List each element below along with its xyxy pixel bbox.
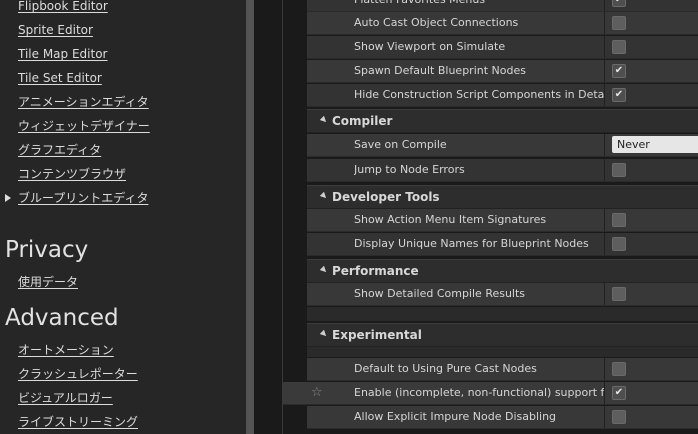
category-experimental[interactable]: Experimental bbox=[307, 323, 698, 347]
column-divider bbox=[604, 12, 605, 34]
setting-row-impure-node-disabling: Allow Explicit Impure Node Disabling bbox=[307, 406, 698, 429]
nav-link-graph-editor[interactable]: グラフエディタ bbox=[18, 141, 101, 159]
pure-cast-nodes-checkbox[interactable] bbox=[612, 362, 626, 376]
detailed-compile-results-checkbox[interactable] bbox=[612, 287, 626, 301]
save-on-compile-dropdown[interactable]: Never bbox=[612, 136, 698, 153]
setting-label: Jump to Node Errors bbox=[354, 163, 465, 176]
setting-row-action-menu-signatures: Show Action Menu Item Signatures bbox=[307, 209, 698, 232]
flatten-favorites-checkbox[interactable]: ✔ bbox=[612, 0, 626, 7]
group-spacer bbox=[307, 347, 698, 357]
collapse-triangle-icon bbox=[319, 265, 329, 275]
setting-label: Hide Construction Script Components in D… bbox=[354, 88, 604, 101]
column-divider bbox=[604, 406, 605, 428]
category-performance[interactable]: Performance bbox=[307, 259, 698, 283]
setting-label: Show Viewport on Simulate bbox=[354, 40, 506, 53]
impure-node-disabling-checkbox[interactable] bbox=[612, 410, 626, 424]
setting-row-hide-construction-script: Hide Construction Script Components in D… bbox=[307, 84, 698, 107]
setting-label: Enable (incomplete, non-functional) supp… bbox=[354, 386, 604, 399]
setting-row-flatten-favorites: Flatten Favorites Menus ✔ bbox=[307, 0, 698, 12]
column-divider bbox=[604, 233, 605, 255]
nav-link-flipbook-editor[interactable]: Flipbook Editor bbox=[18, 0, 108, 15]
nav-link-live-streaming[interactable]: ライブストリーミング bbox=[18, 413, 138, 431]
collapse-triangle-icon bbox=[319, 329, 329, 339]
setting-row-pure-cast-nodes: Default to Using Pure Cast Nodes bbox=[307, 358, 698, 381]
setting-row-save-on-compile: Save on Compile Never bbox=[307, 134, 698, 157]
nav-link-automation[interactable]: オートメーション bbox=[18, 341, 114, 359]
setting-row-jump-to-errors: Jump to Node Errors bbox=[307, 159, 698, 182]
collapse-triangle-icon bbox=[319, 191, 329, 201]
jump-to-errors-checkbox[interactable] bbox=[612, 163, 626, 177]
nav-link-widget-designer[interactable]: ウィジェットデザイナー bbox=[18, 117, 150, 135]
setting-label: Show Detailed Compile Results bbox=[354, 287, 526, 300]
nav-link-content-browser[interactable]: コンテンツブラウザ bbox=[18, 165, 126, 183]
nav-link-animation-editor[interactable]: アニメーションエディタ bbox=[18, 93, 149, 111]
column-divider bbox=[604, 134, 605, 156]
category-compiler[interactable]: Compiler bbox=[307, 109, 698, 133]
column-divider bbox=[604, 209, 605, 231]
setting-label: Display Unique Names for Blueprint Nodes bbox=[354, 237, 589, 250]
setting-label: Default to Using Pure Cast Nodes bbox=[354, 362, 537, 375]
nav-link-usage-data[interactable]: 使用データ bbox=[18, 273, 78, 291]
selected-arrow-icon bbox=[5, 194, 11, 202]
setting-label: Spawn Default Blueprint Nodes bbox=[354, 64, 526, 77]
setting-row-spawn-default-nodes: Spawn Default Blueprint Nodes ✔ bbox=[307, 60, 698, 83]
tset-support-checkbox[interactable]: ✔ bbox=[612, 386, 626, 400]
nav-link-crash-reporter[interactable]: クラッシュレポーター bbox=[18, 365, 138, 383]
unique-names-checkbox[interactable] bbox=[612, 237, 626, 251]
column-divider bbox=[604, 84, 605, 106]
settings-navigation-panel: Flipbook Editor Sprite Editor Tile Map E… bbox=[0, 0, 246, 434]
setting-label: Flatten Favorites Menus bbox=[354, 0, 604, 11]
setting-label: Save on Compile bbox=[354, 138, 447, 151]
nav-link-sprite-editor[interactable]: Sprite Editor bbox=[18, 21, 93, 39]
nav-link-tile-map-editor[interactable]: Tile Map Editor bbox=[18, 45, 107, 63]
setting-row-unique-names: Display Unique Names for Blueprint Nodes bbox=[307, 233, 698, 256]
setting-label: Auto Cast Object Connections bbox=[354, 16, 519, 29]
collapse-triangle-icon bbox=[319, 115, 329, 125]
column-divider bbox=[604, 159, 605, 181]
auto-cast-checkbox[interactable] bbox=[612, 16, 626, 30]
category-title: Performance bbox=[332, 264, 419, 278]
setting-label: Show Action Menu Item Signatures bbox=[354, 213, 547, 226]
navigation-scrollbar[interactable] bbox=[246, 0, 254, 434]
star-favorite-icon[interactable]: ☆ bbox=[311, 385, 323, 401]
category-developer-tools[interactable]: Developer Tools bbox=[307, 185, 698, 209]
column-divider bbox=[604, 36, 605, 58]
nav-section-privacy: Privacy bbox=[5, 237, 89, 263]
panel-gutter bbox=[254, 0, 282, 434]
setting-row-auto-cast: Auto Cast Object Connections bbox=[307, 12, 698, 35]
group-spacer bbox=[307, 307, 698, 321]
category-title: Developer Tools bbox=[332, 190, 440, 204]
setting-row-detailed-compile-results: Show Detailed Compile Results bbox=[307, 283, 698, 306]
column-divider bbox=[604, 358, 605, 380]
action-menu-signatures-checkbox[interactable] bbox=[612, 213, 626, 227]
show-viewport-checkbox[interactable] bbox=[612, 40, 626, 54]
column-divider bbox=[604, 283, 605, 305]
setting-row-show-viewport: Show Viewport on Simulate bbox=[307, 36, 698, 59]
column-divider bbox=[604, 0, 605, 11]
nav-section-advanced: Advanced bbox=[5, 305, 119, 331]
setting-row-tset-support: ☆ Enable (incomplete, non-functional) su… bbox=[283, 382, 698, 405]
category-title: Experimental bbox=[332, 328, 422, 342]
column-divider bbox=[604, 382, 605, 404]
spawn-default-nodes-checkbox[interactable]: ✔ bbox=[612, 64, 626, 78]
nav-link-blueprint-editor[interactable]: ブループリントエディタ bbox=[18, 189, 148, 207]
hide-construction-script-checkbox[interactable]: ✔ bbox=[612, 88, 626, 102]
setting-label: Allow Explicit Impure Node Disabling bbox=[354, 410, 557, 423]
settings-details-panel: Flatten Favorites Menus ✔ Auto Cast Obje… bbox=[283, 0, 698, 434]
column-divider bbox=[604, 60, 605, 82]
nav-link-tile-set-editor[interactable]: Tile Set Editor bbox=[18, 69, 102, 87]
category-title: Compiler bbox=[332, 114, 393, 128]
nav-link-visual-logger[interactable]: ビジュアルロガー bbox=[18, 389, 113, 407]
